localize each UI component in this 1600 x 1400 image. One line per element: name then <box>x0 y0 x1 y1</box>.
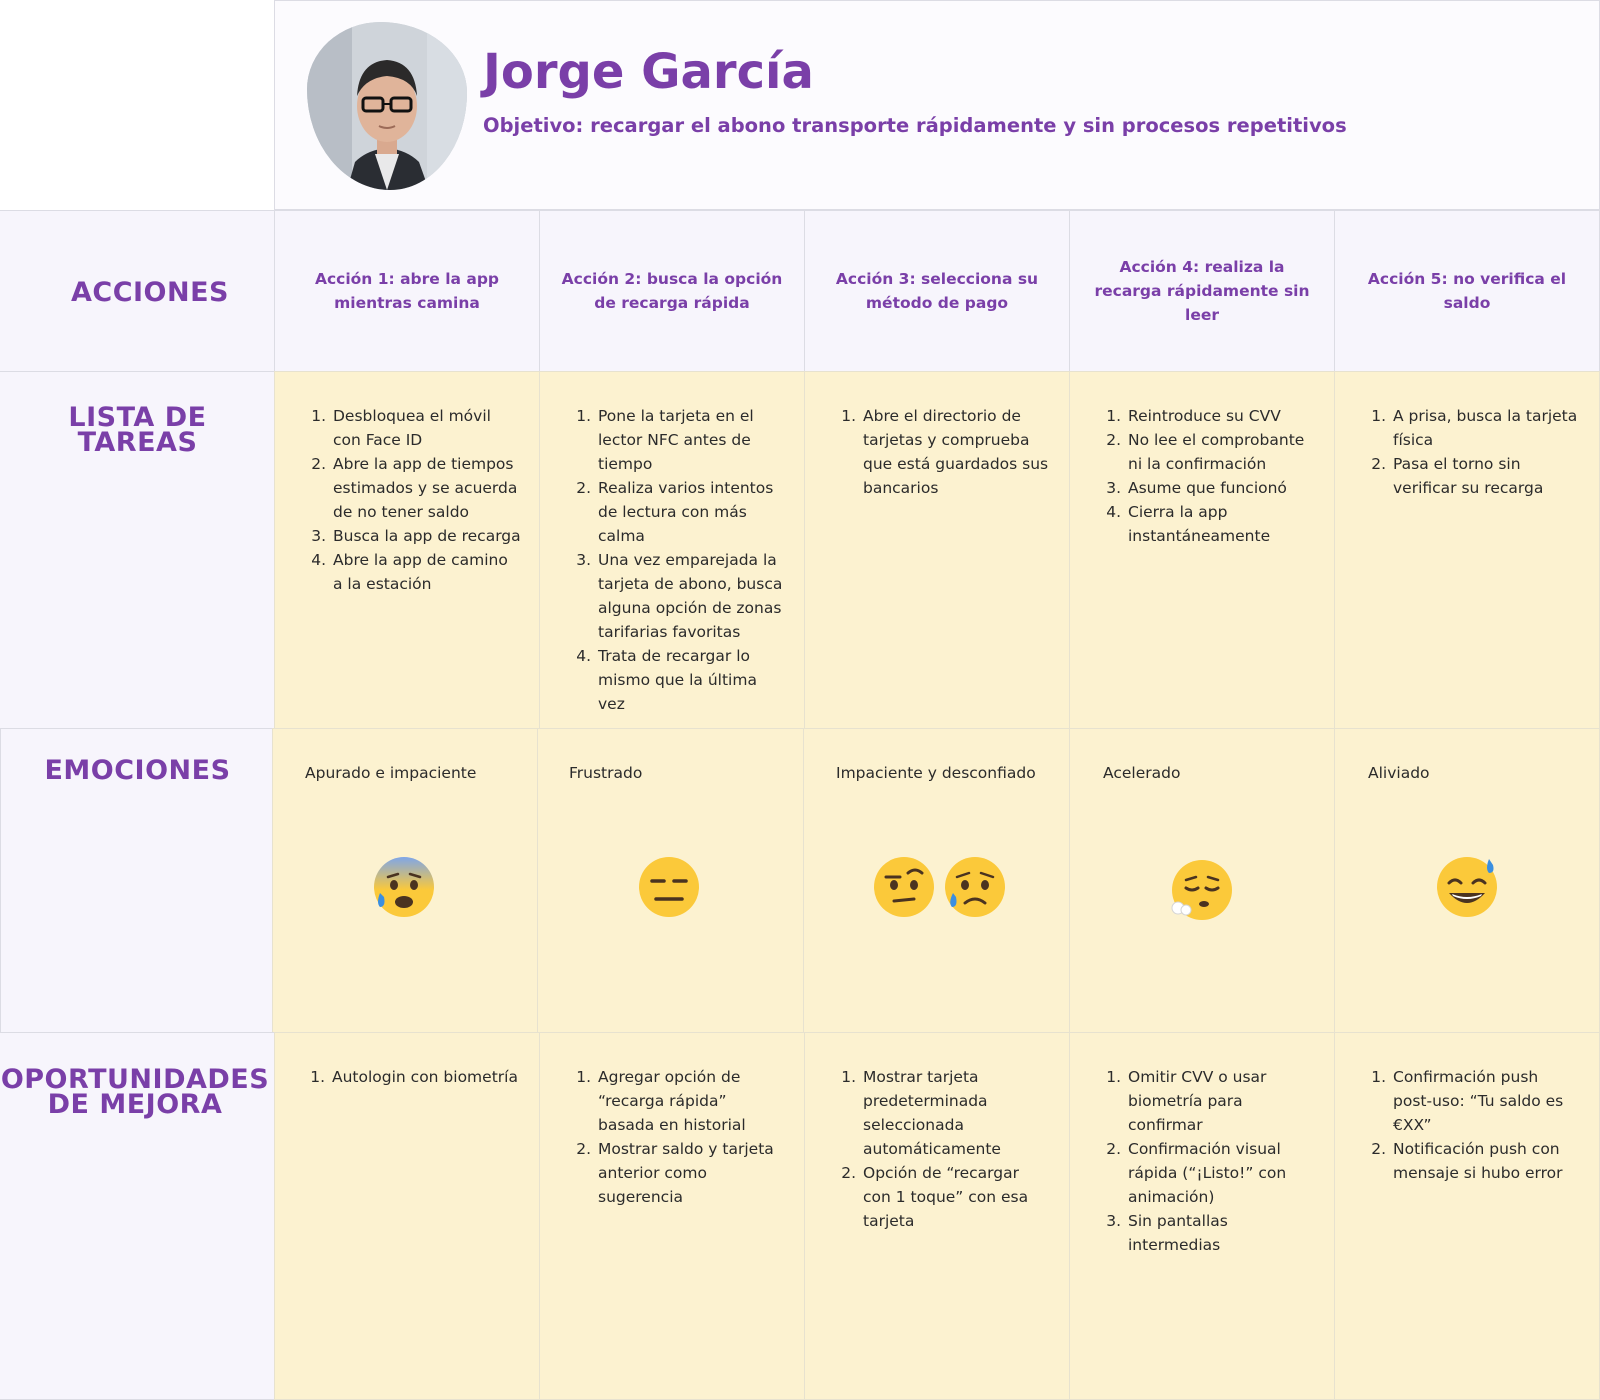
list-item: Omitir CVV o usar biometría para confirm… <box>1126 1065 1316 1137</box>
list-item: A prisa, busca la tarjeta física <box>1391 404 1581 452</box>
list-item: Notificación push con mensaje si hubo er… <box>1391 1137 1581 1185</box>
emotion-label-1: Apurado e impaciente <box>305 764 477 782</box>
list-item: Sin pantallas intermedias <box>1126 1209 1316 1257</box>
list-item: Una vez emparejada la tarjeta de abono, … <box>596 548 786 644</box>
list-item: Confirmación visual rápida (“¡Listo!” co… <box>1126 1137 1316 1209</box>
list-item: Abre el directorio de tarjetas y comprue… <box>861 404 1051 500</box>
list-item: Pasa el torno sin verificar su recarga <box>1391 452 1581 500</box>
opportunity-list-3: Mostrar tarjeta predeterminada seleccion… <box>841 1065 1051 1233</box>
grinning-sweat-face-icon <box>1437 857 1497 917</box>
action-title-2: Acción 2: busca la opción de recarga ráp… <box>561 270 783 312</box>
list-item: Opción de “recargar con 1 toque” con esa… <box>861 1161 1051 1233</box>
action-title-1: Acción 1: abre la app mientras camina <box>314 270 500 312</box>
row-label-acciones: ACCIONES <box>70 277 229 308</box>
action-title-4: Acción 4: realiza la recarga rápidamente… <box>1094 258 1310 324</box>
opportunity-list-1: Autologin con biometría <box>310 1065 520 1089</box>
list-item: Abre la app de tiempos estimados y se ac… <box>331 452 521 524</box>
emotion-label-5: Aliviado <box>1368 764 1430 782</box>
list-item: Agregar opción de “recarga rápida” basad… <box>596 1065 786 1137</box>
emotion-label-2: Frustrado <box>569 764 643 782</box>
persona-goal: Objetivo: recargar el abono transporte r… <box>483 114 1347 137</box>
task-list-2: Pone la tarjeta en el lector NFC antes d… <box>576 404 786 716</box>
task-list-1: Desbloquea el móvil con Face ID Abre la … <box>311 404 521 596</box>
exhaling-face-icon <box>1171 860 1232 920</box>
list-item: Asume que funcionó <box>1126 476 1316 500</box>
list-item: Trata de recargar lo mismo que la última… <box>596 644 786 716</box>
row-label-oportunidades: OPORTUNIDADES DE MEJORA <box>0 1064 270 1120</box>
action-title-3: Acción 3: selecciona su método de pago <box>835 270 1039 312</box>
list-item: Desbloquea el móvil con Face ID <box>331 404 521 452</box>
persona-name: Jorge García <box>483 44 814 100</box>
list-item: Pone la tarjeta en el lector NFC antes d… <box>596 404 786 476</box>
emotion-label-3: Impaciente y desconfiado <box>836 764 1036 782</box>
list-item: Mostrar saldo y tarjeta anterior como su… <box>596 1137 786 1209</box>
list-item: Busca la app de recarga <box>331 524 521 548</box>
list-item: No lee el comprobante ni la confirmación <box>1126 428 1316 476</box>
expressionless-face-icon <box>639 857 699 917</box>
list-item: Reintroduce su CVV <box>1126 404 1316 428</box>
row-label-tareas: LISTA DE TAREAS <box>68 402 207 458</box>
list-item: Abre la app de camino a la estación <box>331 548 521 596</box>
task-list-4: Reintroduce su CVV No lee el comprobante… <box>1106 404 1316 548</box>
list-item: Realiza varios intentos de lectura con m… <box>596 476 786 548</box>
list-item: Cierra la app instantáneamente <box>1126 500 1316 548</box>
corner-cell <box>0 0 275 210</box>
row-label-emociones: EMOCIONES <box>44 755 231 786</box>
task-list-5: A prisa, busca la tarjeta física Pasa el… <box>1371 404 1581 500</box>
task-list-3: Abre el directorio de tarjetas y comprue… <box>841 404 1051 500</box>
emotion-label-4: Acelerado <box>1103 764 1181 782</box>
list-item: Mostrar tarjeta predeterminada seleccion… <box>861 1065 1051 1161</box>
opportunity-list-5: Confirmación push post-uso: “Tu saldo es… <box>1371 1065 1581 1185</box>
sad-tear-face-icon <box>945 857 1005 917</box>
opportunity-list-2: Agregar opción de “recarga rápida” basad… <box>576 1065 786 1209</box>
raised-eyebrow-face-icon <box>874 857 934 917</box>
list-item: Confirmación push post-uso: “Tu saldo es… <box>1391 1065 1581 1137</box>
persona-header <box>274 0 1600 210</box>
list-item: Autologin con biometría <box>330 1065 520 1089</box>
anxious-sweat-face-icon <box>374 857 434 917</box>
action-title-5: Acción 5: no verifica el saldo <box>1367 270 1567 312</box>
opportunity-list-4: Omitir CVV o usar biometría para confirm… <box>1106 1065 1316 1257</box>
